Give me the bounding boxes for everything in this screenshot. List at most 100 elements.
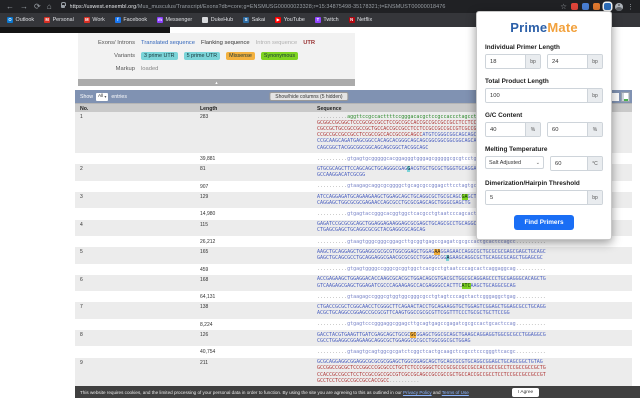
privacy-policy-link[interactable]: Privacy Policy [403, 390, 432, 395]
bookmark-label: Twitch [323, 17, 339, 23]
extension-icon-red[interactable] [571, 3, 578, 10]
percent-unit-label: % [587, 123, 602, 136]
bookmark-favicon: M [83, 17, 90, 23]
sequence-option-link[interactable]: Flanking sequence [201, 40, 250, 46]
home-icon[interactable]: ⌂ [47, 2, 52, 12]
extension-icon-orange[interactable] [593, 3, 600, 10]
cell-length: 39,881 [200, 156, 216, 163]
bookmark-label: Outlook [15, 17, 35, 23]
bookmark-item[interactable]: f Facebook [114, 17, 147, 23]
variant-badge[interactable]: 5 prime UTR [183, 51, 221, 60]
bookmark-label: Sakai [251, 17, 266, 23]
bookmark-item[interactable]: m Messenger [157, 17, 192, 23]
extension-icon-blue[interactable] [582, 3, 589, 10]
config-row-label: Markup [115, 65, 135, 72]
bookmark-item[interactable]: N Netflix [348, 17, 372, 23]
cell-length: 8,224 [200, 321, 213, 328]
melting-temperature-input[interactable] [551, 157, 587, 170]
bookmark-favicon: O [7, 17, 13, 23]
bookmark-item[interactable]: O Outlook [7, 17, 34, 23]
config-collapse-bar[interactable]: ▲ [78, 79, 355, 86]
cell-no [75, 237, 200, 247]
bookmark-item[interactable]: M Personal [44, 17, 74, 23]
bookmark-item[interactable]: DukeHub [202, 17, 233, 23]
back-icon[interactable]: ← [6, 2, 14, 12]
column-header-sequence: Sequence [317, 105, 342, 112]
entries-select[interactable]: All ▾ [95, 92, 109, 101]
caret-down-icon: ▾ [104, 94, 107, 99]
cell-length: 14,980 [200, 211, 216, 218]
url-bar[interactable]: https://uswest.ensembl.org/Mus_musculus/… [70, 4, 556, 10]
cell-no [75, 182, 200, 192]
cell-length: 26,212 [200, 239, 216, 246]
bookmark-favicon [202, 17, 209, 23]
cell-no [75, 292, 200, 302]
cell-length: 283 [200, 114, 209, 120]
agree-button[interactable]: I Agree [512, 387, 540, 397]
cell-length: 165 [200, 249, 209, 256]
bookmark-label: Work [92, 17, 105, 23]
cell-no [75, 265, 200, 275]
find-primers-button[interactable]: Find Primers [514, 215, 574, 230]
bookmark-item[interactable]: S Sakai [243, 17, 265, 23]
primer-max-input[interactable] [548, 55, 587, 68]
show-hide-columns-button[interactable]: Show/hide columns (5 hidden) [269, 92, 349, 101]
total-product-length-input[interactable] [486, 89, 587, 102]
refresh-icon[interactable]: ⟳ [34, 2, 41, 12]
config-row-items: 3 prime UTR 5 prime UTR Missense Synonymous [141, 51, 299, 60]
gc-max-input[interactable] [548, 123, 587, 136]
primer-min-input[interactable] [486, 55, 525, 68]
intron-row: 8,224 ..........gtgagtcccgggaggcggagcttgc… [75, 319, 632, 331]
exon-row: 8 126 GACCTACGTGAAGTTGATCGAGCAGCTGCGCGCGGA… [75, 330, 632, 348]
cell-no: 5 [80, 249, 83, 256]
celsius-unit-label: °C [587, 157, 602, 170]
cell-sequence: CTGACCGCGCTCGGCAACCTCGGGCTTCAGAACTACCTGC… [317, 303, 546, 317]
exon-row: 5 165 AAGCTGCAGGAGCTGGAGGCGCGCGTGGCGGAGCTG… [75, 247, 632, 265]
avatar[interactable] [615, 2, 623, 11]
bookmark-label: Personal [52, 17, 74, 23]
variant-badge[interactable]: 3 prime UTR [141, 51, 178, 60]
melting-method-select[interactable]: Salt Adjusted ⌄ [485, 156, 544, 169]
cell-length: 129 [200, 194, 209, 201]
cell-no: 7 [80, 304, 83, 311]
total-product-length-label: Total Product Length [485, 78, 549, 85]
extension-icon-primemate[interactable] [604, 3, 611, 10]
cell-no: 6 [80, 276, 83, 283]
cell-no [75, 320, 200, 330]
bookmark-item[interactable]: ▶ YouTube [275, 17, 305, 23]
bookmark-item[interactable]: M Work [83, 17, 105, 23]
bookmark-label: YouTube [283, 17, 305, 23]
gc-content-label: G/C Content [485, 112, 523, 119]
entries-select-value: All [97, 94, 104, 99]
cell-length: 81 [200, 166, 206, 173]
bp-unit-label: bp [587, 191, 602, 204]
sequence-option-link[interactable]: UTR [303, 40, 315, 46]
dimerization-threshold-label: Dimerization/Hairpin Threshold [485, 180, 580, 187]
intron-row: 64,131 ..........gtaagagccgggcgtggtggcggg… [75, 292, 632, 303]
menu-icon[interactable]: ⋮ [627, 3, 634, 11]
bookmark-favicon: M [44, 17, 51, 23]
cell-length: 40,754 [200, 349, 216, 356]
bookmark-item[interactable]: T Twitch [314, 17, 339, 23]
download-icon [623, 93, 628, 101]
bookmark-favicon: m [157, 17, 164, 23]
sequence-option-link[interactable]: Translated sequence [141, 40, 195, 46]
terms-of-use-link[interactable]: Terms of Use [442, 390, 469, 395]
dimerization-threshold-input[interactable] [486, 191, 587, 204]
screen: ← → ⟳ ⌂ https://uswest.ensembl.org/Mus_musc… [0, 0, 640, 400]
bp-unit-label: bp [525, 55, 540, 68]
bookmark-star-icon[interactable]: ☆ [560, 2, 567, 11]
cell-no: 9 [80, 359, 83, 366]
config-row-label: Variants [114, 52, 135, 59]
bookmark-favicon: f [114, 17, 121, 23]
gc-min-input[interactable] [486, 123, 525, 136]
chevron-down-icon: ⌄ [535, 159, 540, 166]
forward-icon[interactable]: → [20, 2, 28, 12]
variant-badge[interactable]: Synonymous [260, 51, 299, 60]
column-header-no: No. [80, 105, 89, 112]
variant-badge[interactable]: Missense [226, 51, 255, 60]
collapse-icon: ▲ [214, 80, 219, 85]
export-button[interactable] [621, 92, 630, 102]
cell-sequence: ..........gtaagagccgggcgtggtggcgggcgcctg… [317, 293, 546, 300]
sequence-option-link[interactable]: Intron sequence [256, 40, 298, 46]
